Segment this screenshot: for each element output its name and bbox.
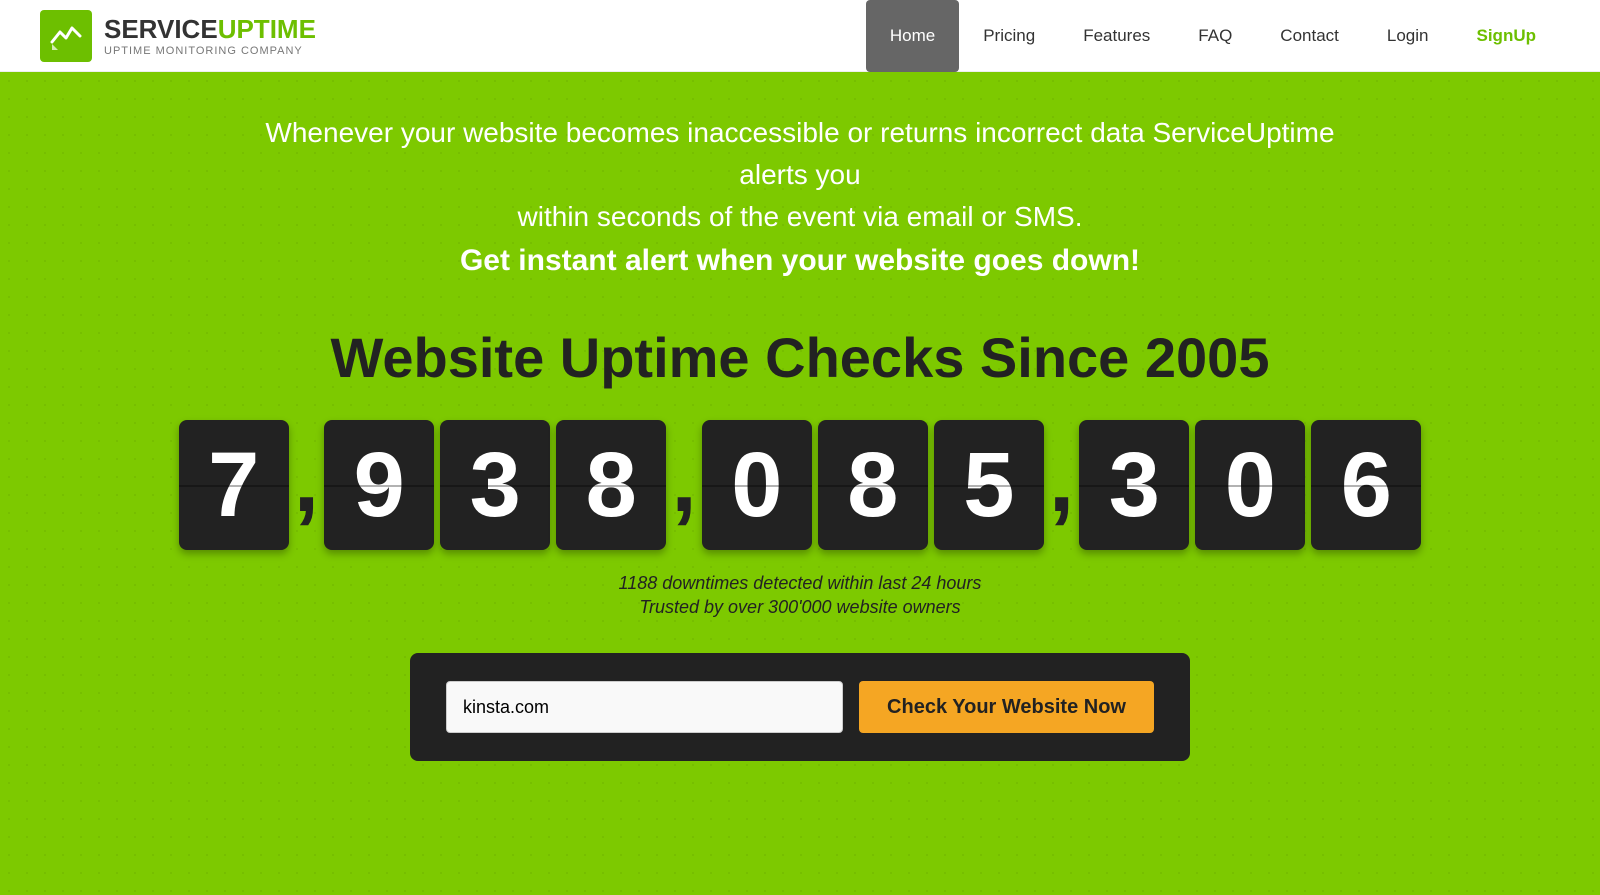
digit-6: 8: [818, 420, 928, 550]
logo-text: SERVICEUPTIME UPTIME MONITORING COMPANY: [104, 14, 316, 57]
comma-2: ,: [671, 428, 697, 543]
comma-3: ,: [1049, 428, 1075, 543]
digit-9: 0: [1195, 420, 1305, 550]
nav-faq[interactable]: FAQ: [1174, 0, 1256, 72]
nav-pricing[interactable]: Pricing: [959, 0, 1059, 72]
digit-3: 3: [440, 420, 550, 550]
digit-5: 0: [702, 420, 812, 550]
digit-1: 7: [179, 420, 289, 550]
brand-tagline: UPTIME MONITORING COMPANY: [104, 45, 316, 57]
brand-name: SERVICEUPTIME: [104, 14, 316, 45]
hero-desc-line2: within seconds of the event via email or…: [518, 201, 1083, 232]
nav-contact[interactable]: Contact: [1256, 0, 1363, 72]
logo-icon: [40, 10, 92, 62]
digit-7: 5: [934, 420, 1044, 550]
digit-4: 8: [556, 420, 666, 550]
nav-links: Home Pricing Features FAQ Contact Login …: [866, 0, 1560, 72]
digit-2: 9: [324, 420, 434, 550]
website-input[interactable]: [446, 681, 843, 733]
hero-desc-line1: Whenever your website becomes inaccessib…: [265, 117, 1334, 190]
hero-cta-text: Get instant alert when your website goes…: [250, 238, 1350, 283]
hero-heading: Website Uptime Checks Since 2005: [331, 325, 1270, 390]
nav-signup[interactable]: SignUp: [1453, 0, 1561, 72]
check-button[interactable]: Check Your Website Now: [859, 681, 1154, 733]
nav-features[interactable]: Features: [1059, 0, 1174, 72]
counter-display: 7 , 9 3 8 , 0 8 5 , 3 0 6: [176, 420, 1425, 550]
counter-stats: 1188 downtimes detected within last 24 h…: [619, 570, 982, 621]
stat-downtimes: 1188 downtimes detected within last 24 h…: [619, 573, 982, 594]
hero-description: Whenever your website becomes inaccessib…: [250, 112, 1350, 283]
nav-login[interactable]: Login: [1363, 0, 1453, 72]
digit-8: 3: [1079, 420, 1189, 550]
check-form: Check Your Website Now: [410, 653, 1190, 761]
logo: SERVICEUPTIME UPTIME MONITORING COMPANY: [40, 10, 316, 62]
stat-trust: Trusted by over 300'000 website owners: [619, 597, 982, 618]
comma-1: ,: [294, 428, 320, 543]
navbar: SERVICEUPTIME UPTIME MONITORING COMPANY …: [0, 0, 1600, 72]
nav-home[interactable]: Home: [866, 0, 959, 72]
hero-section: Whenever your website becomes inaccessib…: [0, 72, 1600, 895]
digit-10: 6: [1311, 420, 1421, 550]
